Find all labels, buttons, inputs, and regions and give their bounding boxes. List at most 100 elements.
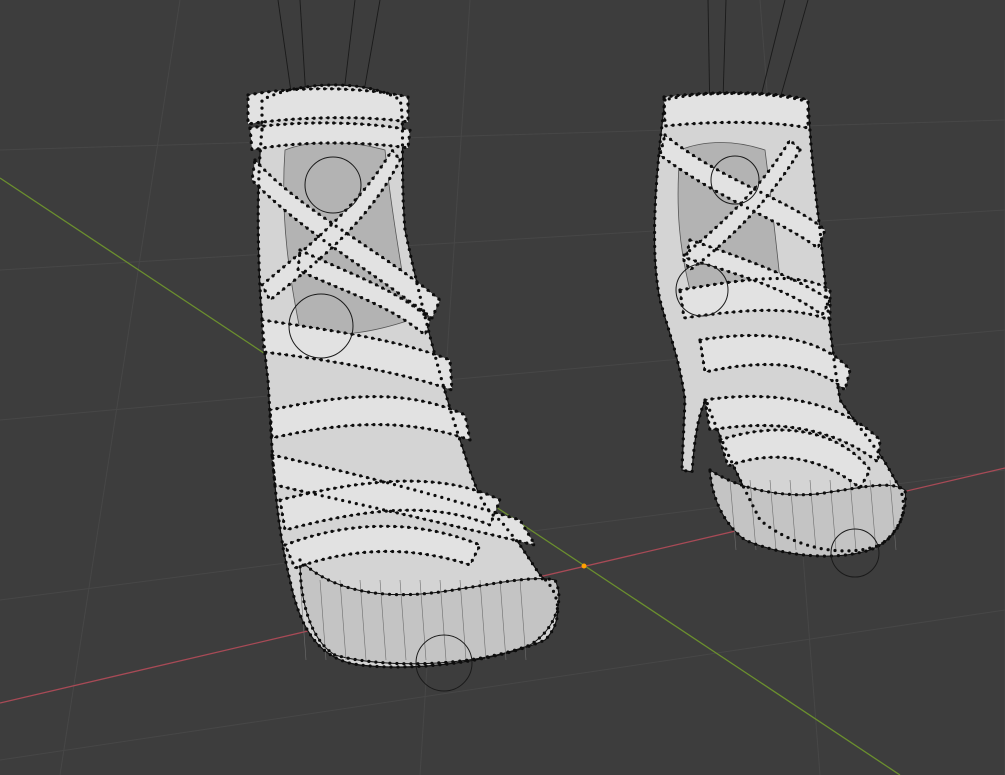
mesh-vertex [825, 433, 829, 437]
mesh-vertex [406, 95, 410, 99]
mesh-vertex [427, 528, 431, 532]
world-origin-marker[interactable] [581, 563, 587, 569]
mesh-vertex [692, 448, 696, 452]
mesh-vertex [362, 187, 366, 191]
mesh-vertex [888, 535, 892, 539]
mesh-vertex [485, 492, 489, 496]
mesh-vertex [739, 91, 743, 95]
right-sandal-mesh[interactable] [653, 0, 908, 578]
mesh-vertex [752, 430, 756, 434]
mesh-vertex [658, 140, 662, 144]
mesh-vertex [297, 459, 301, 463]
mesh-vertex [401, 171, 405, 175]
mesh-vertex [407, 247, 411, 252]
mesh-vertex [700, 354, 705, 358]
mesh-vertex [403, 318, 407, 322]
mesh-vertex [715, 189, 719, 194]
mesh-vertex [314, 559, 319, 563]
mesh-vertex [530, 562, 535, 566]
mesh-vertex [365, 476, 369, 480]
3d-viewport[interactable] [0, 0, 1005, 775]
mesh-vertex [400, 108, 404, 112]
mesh-vertex [282, 287, 286, 291]
mesh-vertex [724, 395, 728, 400]
mesh-vertex [748, 498, 752, 502]
mesh-vertex [277, 519, 281, 523]
mesh-vertex [779, 289, 783, 293]
mesh-vertex [365, 423, 369, 427]
mesh-vertex [468, 516, 472, 520]
viewport-canvas[interactable] [0, 0, 1005, 775]
mesh-vertex [733, 199, 737, 204]
mesh-vertex [695, 428, 699, 432]
mesh-vertex [260, 318, 264, 322]
mesh-vertex [279, 484, 283, 488]
mesh-vertex [382, 665, 386, 669]
mesh-vertex [270, 455, 274, 459]
mesh-vertex [784, 425, 788, 429]
mesh-vertex [252, 167, 256, 171]
mesh-vertex [653, 251, 657, 256]
mesh-vertex [250, 147, 254, 151]
mesh-vertex [778, 200, 782, 204]
mesh-vertex [325, 121, 329, 125]
mesh-vertex [682, 416, 686, 420]
mesh-vertex [820, 246, 824, 250]
mesh-vertex [373, 275, 378, 279]
mesh-vertex [815, 314, 820, 318]
mesh-vertex [401, 178, 405, 182]
mesh-vertex [733, 481, 737, 485]
mesh-vertex [450, 382, 454, 386]
left-sandal-mesh[interactable] [246, 0, 561, 692]
mesh-vertex [367, 123, 371, 127]
mesh-vertex [310, 534, 314, 538]
mesh-vertex [422, 312, 426, 316]
mesh-vertex [512, 578, 517, 583]
mesh-vertex [654, 272, 658, 277]
mesh-vertex [276, 512, 280, 516]
mesh-vertex [817, 463, 821, 467]
mesh-vertex [837, 392, 841, 396]
mesh-vertex [373, 591, 378, 595]
mesh-vertex [360, 482, 364, 486]
mesh-vertex [457, 525, 461, 529]
mesh-vertex [525, 541, 529, 545]
mesh-vertex [402, 206, 406, 210]
mesh-vertex [869, 455, 873, 459]
mesh-vertex [555, 603, 560, 607]
mesh-vertex [794, 493, 799, 497]
mesh-vertex [538, 573, 543, 577]
mesh-vertex [548, 583, 552, 588]
mesh-vertex [719, 221, 723, 225]
mesh-vertex [420, 330, 424, 335]
mesh-vertex [797, 457, 801, 461]
mesh-vertex [382, 143, 386, 147]
mesh-vertex [418, 295, 422, 299]
mesh-vertex [343, 331, 347, 335]
mesh-vertex [262, 124, 266, 128]
mesh-vertex [756, 363, 760, 367]
mesh-vertex [557, 593, 561, 597]
mesh-vertex [391, 509, 395, 513]
mesh-vertex [755, 121, 759, 125]
mesh-vertex [380, 188, 384, 192]
mesh-vertex [361, 116, 365, 120]
mesh-vertex [330, 263, 334, 267]
mesh-vertex [458, 659, 462, 663]
mesh-vertex [289, 213, 293, 217]
mesh-vertex [426, 323, 430, 327]
mesh-vertex [304, 461, 308, 465]
mesh-vertex [876, 455, 881, 459]
mesh-vertex [685, 252, 689, 256]
mesh-vertex [776, 222, 781, 226]
mesh-vertex [794, 552, 799, 556]
mesh-vertex [829, 490, 833, 494]
mesh-vertex [685, 122, 689, 126]
mesh-vertex [332, 121, 336, 125]
mesh-vertex [246, 97, 250, 101]
mesh-vertex [260, 91, 264, 95]
mesh-vertex [448, 533, 452, 537]
mesh-vertex [320, 494, 324, 498]
mesh-vertex [701, 242, 705, 247]
mesh-vertex [402, 220, 406, 224]
